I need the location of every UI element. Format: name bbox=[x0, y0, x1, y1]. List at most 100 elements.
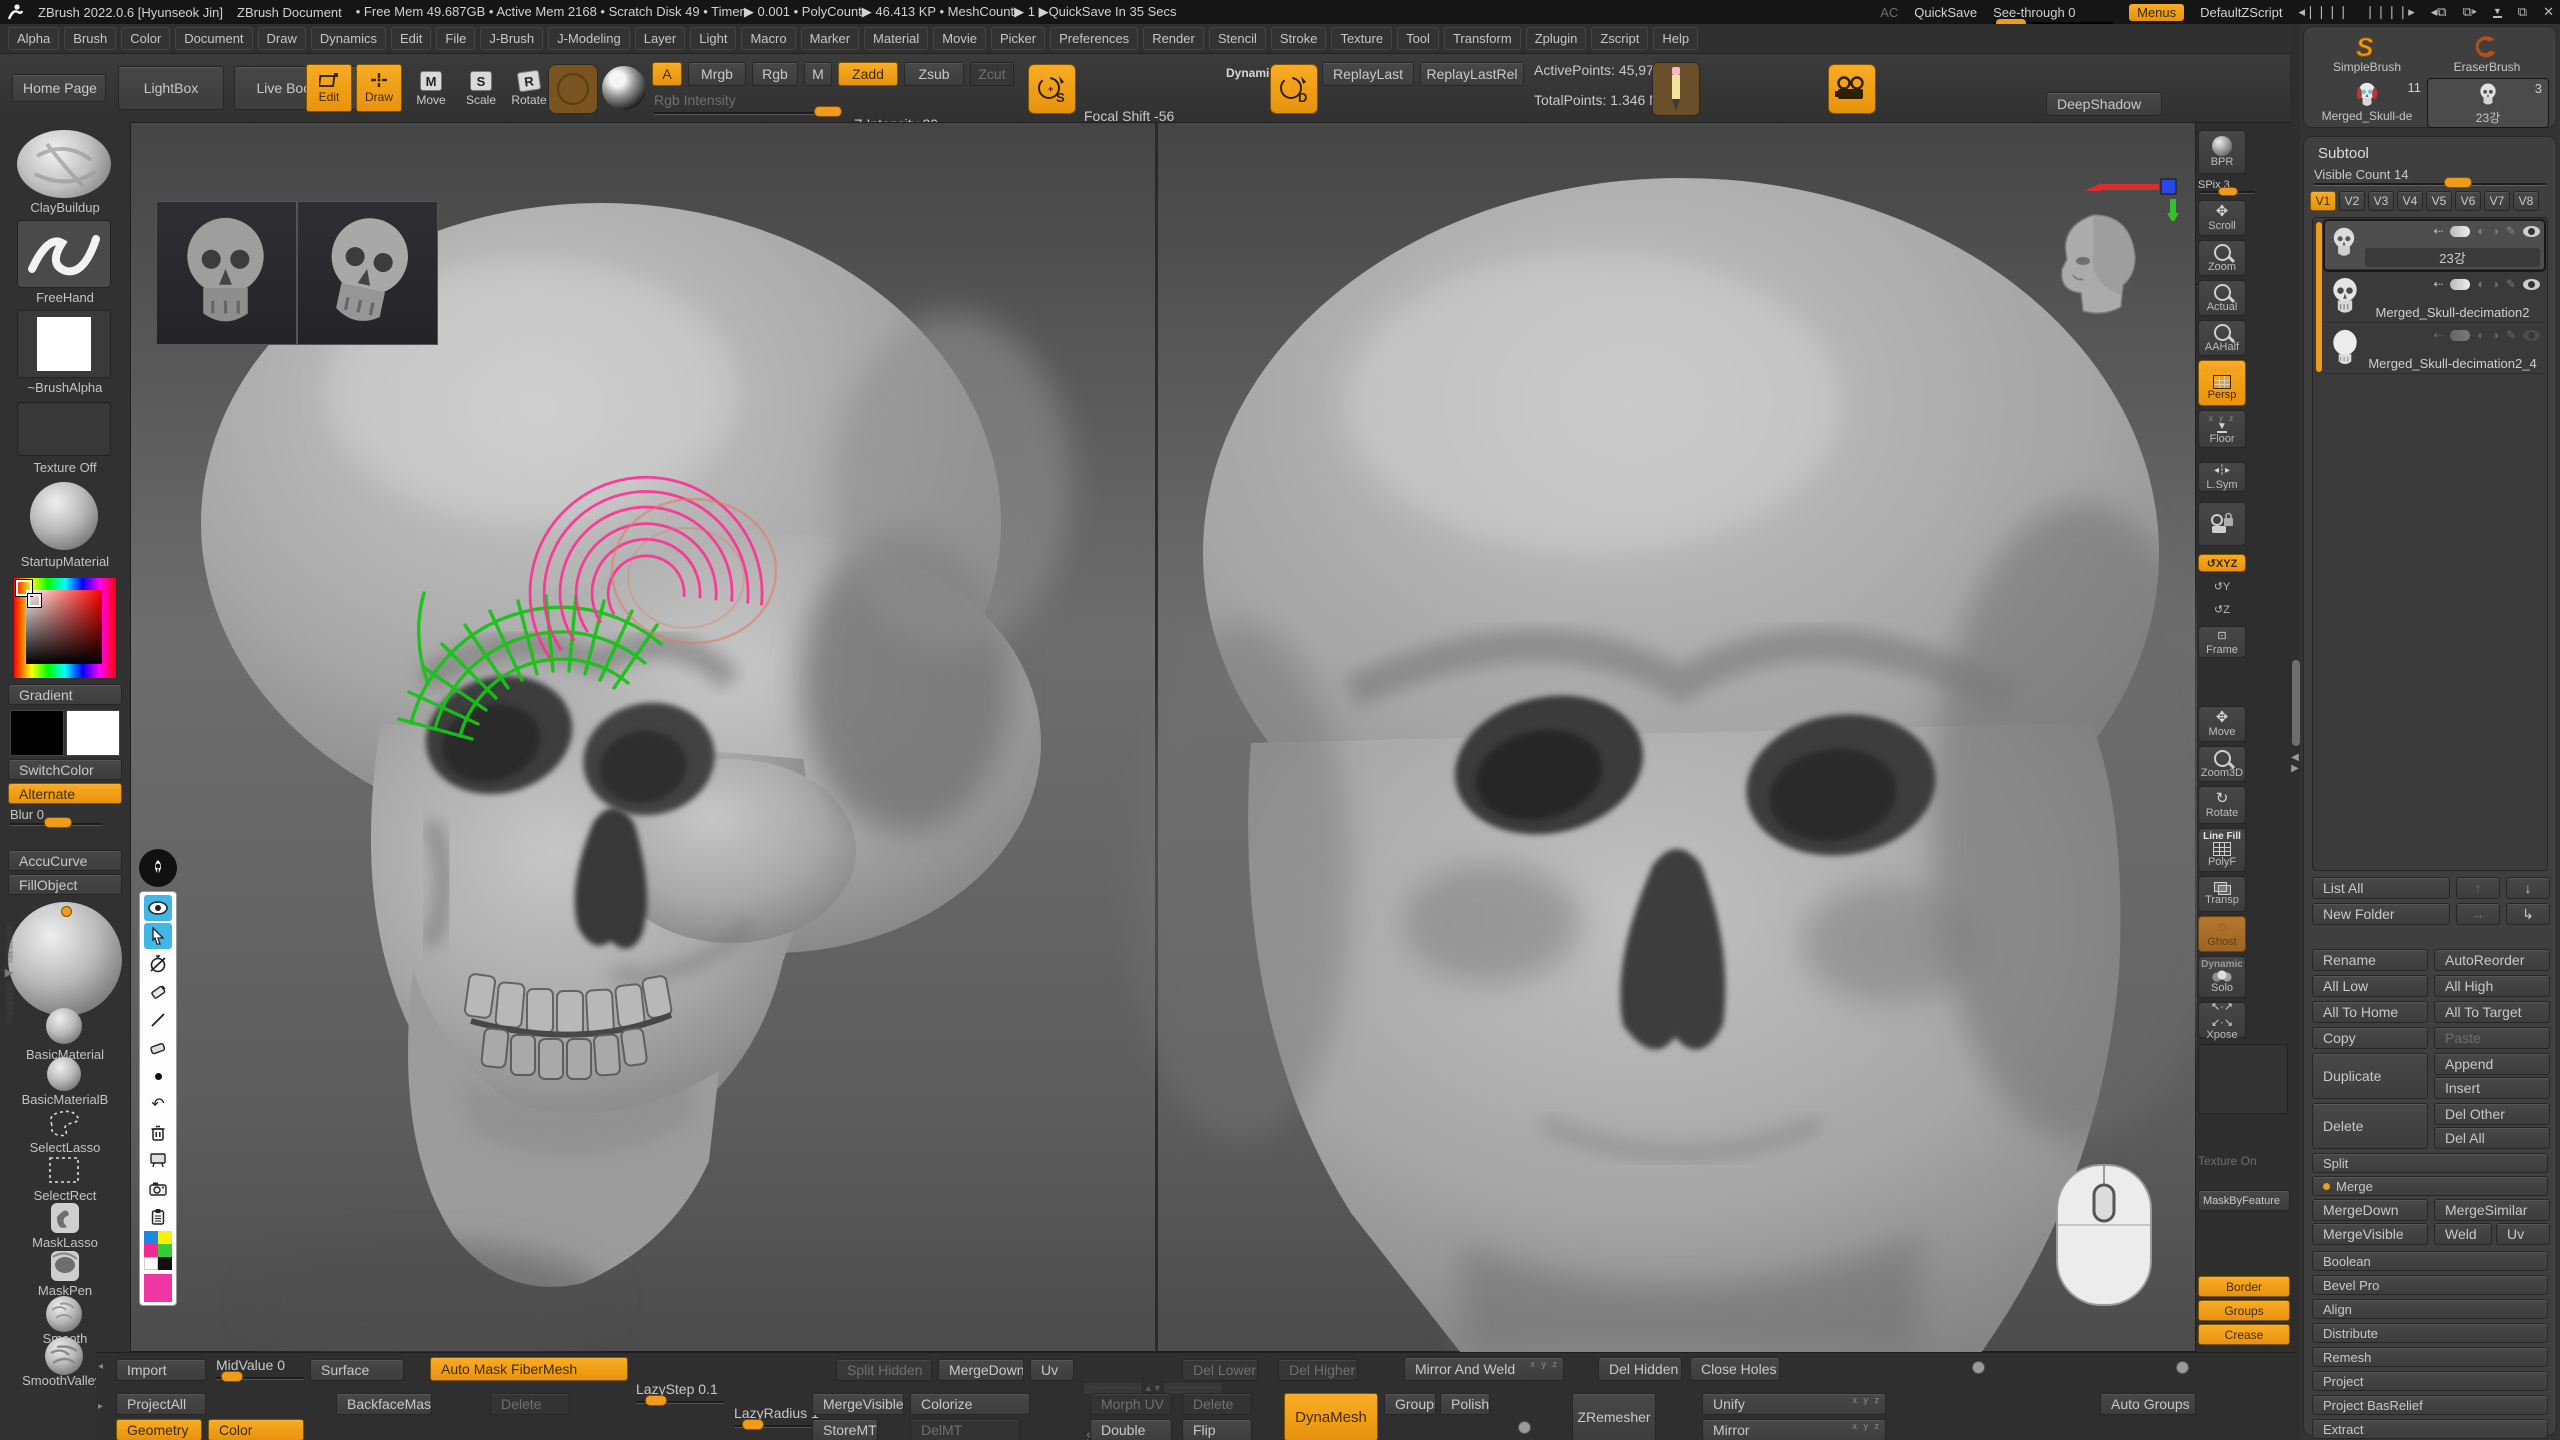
geometry-button[interactable]: Geometry bbox=[116, 1419, 202, 1440]
expand-tray-icon[interactable]: ❘❘❘❘▸ bbox=[2365, 4, 2415, 20]
tab-v3[interactable]: V3 bbox=[2368, 191, 2394, 211]
surface-button[interactable]: Surface bbox=[310, 1359, 404, 1381]
mrgb-button[interactable]: Mrgb bbox=[688, 62, 746, 86]
visibility-icon[interactable] bbox=[144, 895, 172, 921]
dynamic-label[interactable]: Dynamic bbox=[1226, 66, 1276, 80]
polish-groups-toggle[interactable] bbox=[2176, 1361, 2189, 1374]
quicksave-button[interactable]: QuickSave bbox=[1914, 5, 1977, 20]
dynamesh-button[interactable]: DynaMesh bbox=[1284, 1393, 1378, 1440]
flatten-icon[interactable]: ⇠ bbox=[2433, 277, 2443, 291]
del-lower-button[interactable]: Del Lower bbox=[1182, 1359, 1258, 1381]
gravity-pencil-icon[interactable] bbox=[1652, 62, 1700, 116]
del-other-button[interactable]: Del Other bbox=[2434, 1103, 2550, 1125]
brush-label[interactable]: ClayBuildup bbox=[0, 200, 130, 215]
shrink-tray-icon[interactable]: ◂❘❘❘❘ bbox=[2299, 4, 2349, 20]
tray-row-divider[interactable]: ▒▒▒▒▒▒▒▒▒ ▲▼ ▒▒▒▒▒▒▒▒▒ bbox=[1084, 1383, 1222, 1393]
menu-item[interactable]: Tool bbox=[1397, 27, 1439, 50]
document-canvas[interactable]: ↶ bbox=[130, 122, 2196, 1352]
accucurve-button[interactable]: AccuCurve bbox=[8, 850, 122, 871]
aahalf-button[interactable]: AAHalf bbox=[2198, 320, 2246, 356]
tool-23gang[interactable]: 3 23강 bbox=[2427, 78, 2549, 128]
border-button[interactable]: Border bbox=[2198, 1276, 2290, 1297]
see-through-slider[interactable]: See-through 0 bbox=[1993, 5, 2113, 20]
all-to-home-button[interactable]: All To Home bbox=[2312, 1001, 2428, 1023]
tool-eraserbrush[interactable]: EraserBrush bbox=[2427, 30, 2547, 78]
texture-label[interactable]: Texture Off bbox=[0, 460, 130, 475]
split-hidden-button[interactable]: Split Hidden bbox=[836, 1359, 932, 1381]
menu-item[interactable]: Marker bbox=[801, 27, 859, 50]
delete-button[interactable]: Delete bbox=[2312, 1103, 2428, 1149]
minimize-button[interactable]: ▼ bbox=[2493, 6, 2502, 18]
redo-arrow-button[interactable]: → bbox=[2456, 903, 2500, 925]
solo-button[interactable]: Dynamic Solo bbox=[2198, 956, 2246, 998]
zremesher-button[interactable]: ZRemesher bbox=[1572, 1393, 1656, 1440]
floor-button[interactable]: x y z ▼ Floor bbox=[2198, 410, 2246, 448]
resolution-toggle[interactable] bbox=[1518, 1421, 1531, 1434]
rotate-nav-button[interactable]: ↻Rotate bbox=[2198, 786, 2246, 824]
screenshot-camera-icon[interactable] bbox=[144, 1175, 172, 1201]
shade-icon[interactable]: ◐ bbox=[2477, 224, 2484, 238]
lsym-button[interactable]: ◂┆▸L.Sym bbox=[2198, 462, 2246, 492]
delete-dim2-button[interactable]: Delete bbox=[1182, 1393, 1252, 1415]
menu-item[interactable]: J-Modeling bbox=[548, 27, 630, 50]
replay-icon[interactable]: D bbox=[1270, 64, 1318, 114]
whiteboard-icon[interactable] bbox=[144, 1147, 172, 1173]
flatten-icon[interactable]: ⇠ bbox=[2433, 224, 2443, 238]
tray-scroll-left[interactable]: ◂ bbox=[98, 1361, 112, 1372]
xpose-button[interactable]: ↖·↗↙·↘Xpose bbox=[2198, 1002, 2246, 1038]
rotate-z-button[interactable]: ↺Z bbox=[2198, 600, 2246, 618]
panel-scrollbar[interactable] bbox=[2292, 660, 2300, 746]
double-button[interactable]: Double bbox=[1090, 1419, 1172, 1440]
menu-item[interactable]: Draw bbox=[258, 27, 306, 50]
subtool-item-1[interactable]: ⇠◐◑✎ 23강 bbox=[2325, 221, 2544, 270]
camera-lock-button[interactable] bbox=[2198, 502, 2246, 546]
frame-button[interactable]: ⊡Frame bbox=[2198, 626, 2246, 658]
section-align[interactable]: Align bbox=[2312, 1299, 2548, 1319]
tab-v7[interactable]: V7 bbox=[2484, 191, 2510, 211]
texture-on-label[interactable]: Texture On bbox=[2198, 1154, 2290, 1168]
active-color-swatch[interactable] bbox=[144, 1274, 172, 1302]
all-to-target-button[interactable]: All To Target bbox=[2434, 1001, 2550, 1023]
tab-v5[interactable]: V5 bbox=[2426, 191, 2452, 211]
section-remesh[interactable]: Remesh bbox=[2312, 1347, 2548, 1367]
section-project-basrelief[interactable]: Project BasRelief bbox=[2312, 1395, 2548, 1415]
menu-item[interactable]: Material bbox=[864, 27, 928, 50]
copy-button[interactable]: Copy bbox=[2312, 1027, 2428, 1049]
bpr-button[interactable]: BPR bbox=[2198, 130, 2246, 174]
all-low-button[interactable]: All Low bbox=[2312, 975, 2428, 997]
move-down-button[interactable]: ↓ bbox=[2506, 877, 2550, 899]
brush-icon[interactable]: ✎ bbox=[2506, 277, 2516, 291]
tab-v8[interactable]: V8 bbox=[2513, 191, 2539, 211]
current-alpha-icon[interactable] bbox=[17, 310, 111, 378]
tool-merged-skull[interactable]: 11 Merged_Skull-de bbox=[2307, 78, 2427, 126]
secondary-color-swatch[interactable] bbox=[66, 710, 120, 756]
menu-item[interactable]: Alpha bbox=[8, 27, 59, 50]
polish-tray-button[interactable]: Polish bbox=[1440, 1393, 1490, 1415]
rename-button[interactable]: Rename bbox=[2312, 949, 2428, 971]
visible-count-slider[interactable]: Visible Count 14 bbox=[2312, 167, 2548, 187]
alternate-button[interactable]: Alternate bbox=[8, 783, 122, 804]
menu-item[interactable]: Dynamics bbox=[311, 27, 386, 50]
subtool-list-scrollbar[interactable] bbox=[2316, 222, 2322, 372]
delmt-button[interactable]: DelMT bbox=[910, 1419, 1020, 1440]
projectall-button[interactable]: ProjectAll bbox=[116, 1393, 206, 1415]
new-folder-button[interactable]: New Folder bbox=[2312, 903, 2450, 925]
rotate-xyz-button[interactable]: ↺XYZ bbox=[2198, 554, 2246, 572]
menu-item[interactable]: Transform bbox=[1444, 27, 1521, 50]
main-color-swatch[interactable] bbox=[10, 710, 64, 756]
weld-button[interactable]: Weld bbox=[2434, 1223, 2492, 1245]
alpha-a-button[interactable]: A bbox=[652, 62, 682, 86]
mergevisible-button[interactable]: MergeVisible bbox=[2312, 1223, 2428, 1245]
spix-slider[interactable]: SPix 3 bbox=[2198, 177, 2256, 195]
section-distribute[interactable]: Distribute bbox=[2312, 1323, 2548, 1343]
camera-icon[interactable] bbox=[1828, 64, 1876, 114]
mergevisible-tray-button[interactable]: MergeVisible bbox=[812, 1393, 904, 1415]
menu-item[interactable]: Preferences bbox=[1050, 27, 1138, 50]
menu-item[interactable]: Texture bbox=[1331, 27, 1392, 50]
section-split[interactable]: Split bbox=[2312, 1153, 2548, 1173]
trash-icon[interactable] bbox=[144, 1119, 172, 1145]
polyf-button[interactable]: Line Fill PolyF bbox=[2198, 828, 2246, 872]
scale-button[interactable]: S Scale bbox=[458, 66, 504, 112]
menu-item[interactable]: Picker bbox=[991, 27, 1045, 50]
mergedown-tray-button[interactable]: MergeDown bbox=[938, 1359, 1024, 1381]
